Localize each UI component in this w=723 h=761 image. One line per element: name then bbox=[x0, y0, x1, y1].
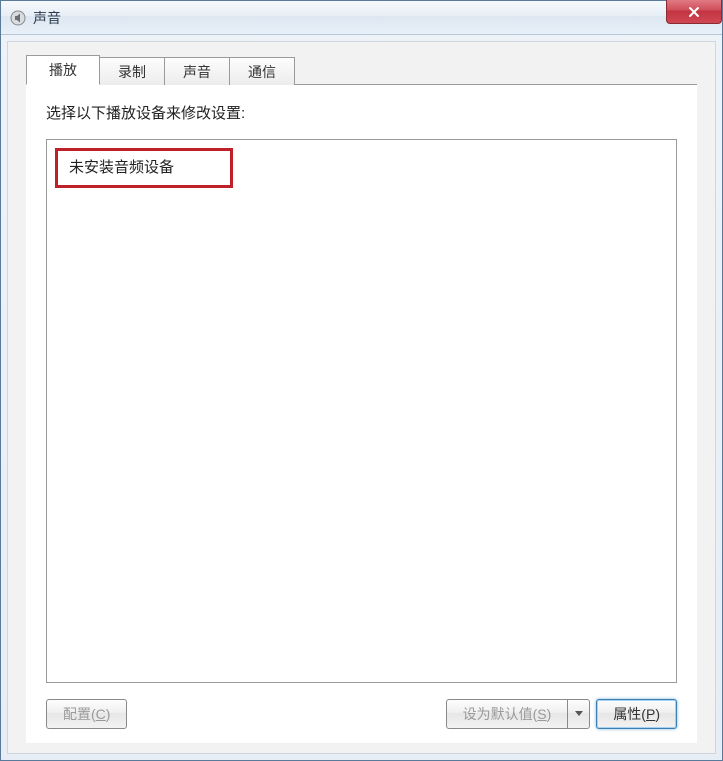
no-device-text: 未安装音频设备 bbox=[63, 154, 660, 177]
close-icon bbox=[688, 6, 700, 18]
chevron-down-icon bbox=[575, 711, 583, 717]
tab-strip: 播放 录制 声音 通信 bbox=[26, 54, 697, 84]
tab-recording[interactable]: 录制 bbox=[99, 57, 165, 85]
titlebar[interactable]: 声音 bbox=[1, 1, 722, 35]
set-default-dropdown[interactable] bbox=[568, 699, 590, 729]
tab-panel-playback: 选择以下播放设备来修改设置: 未安装音频设备 配置(C) 设为默认值(S) 属性… bbox=[26, 84, 697, 743]
dialog-content: 播放 录制 声音 通信 选择以下播放设备来修改设置: 未安装音频设备 配置(C)… bbox=[7, 41, 716, 754]
properties-button[interactable]: 属性(P) bbox=[596, 699, 677, 729]
button-row: 配置(C) 设为默认值(S) 属性(P) bbox=[46, 699, 677, 729]
tab-communications[interactable]: 通信 bbox=[229, 57, 295, 85]
tab-sounds[interactable]: 声音 bbox=[164, 57, 230, 85]
tab-playback[interactable]: 播放 bbox=[26, 55, 100, 85]
window-title: 声音 bbox=[33, 8, 61, 28]
set-default-split-button: 设为默认值(S) bbox=[446, 699, 591, 729]
sound-icon bbox=[9, 9, 27, 27]
sound-dialog-window: 声音 播放 录制 声音 通信 选择以下播放设备来修改设置: 未安装音频设备 配置… bbox=[0, 0, 723, 761]
close-button[interactable] bbox=[666, 0, 722, 24]
configure-button: 配置(C) bbox=[46, 699, 127, 729]
set-default-button: 设为默认值(S) bbox=[446, 699, 569, 729]
device-list[interactable]: 未安装音频设备 bbox=[46, 139, 677, 683]
instruction-text: 选择以下播放设备来修改设置: bbox=[46, 102, 677, 123]
